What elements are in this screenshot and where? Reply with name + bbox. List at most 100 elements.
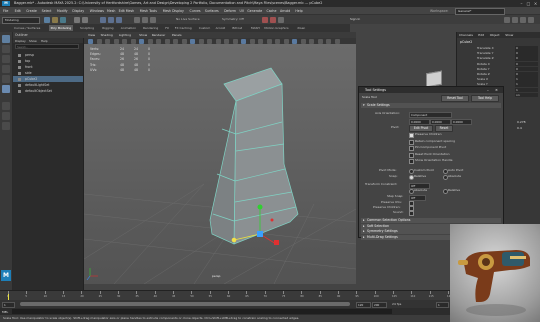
viewport-toolbar-icon[interactable] <box>249 38 255 44</box>
four-view-icon[interactable] <box>2 112 10 120</box>
modeling-toolkit-icon[interactable] <box>504 16 510 23</box>
viewport-toolbar-icon[interactable] <box>317 38 323 44</box>
range-end-field[interactable]: 120 <box>356 301 371 308</box>
tab-rigging[interactable]: Rigging <box>100 25 115 31</box>
axis-field-y[interactable]: 0.0000 <box>430 118 451 125</box>
snap-grid-icon[interactable] <box>134 16 140 23</box>
command-input[interactable] <box>12 309 392 314</box>
menu-display[interactable]: Display <box>72 9 84 13</box>
tab-animation[interactable]: Animation <box>119 25 138 31</box>
viewport-toolbar-icon[interactable] <box>309 38 314 44</box>
channel-value[interactable]: on <box>515 92 538 98</box>
anim-end-field[interactable]: 200 <box>372 301 387 308</box>
sound-checkbox[interactable] <box>409 211 414 216</box>
redo-icon[interactable] <box>82 16 88 23</box>
workspace-select[interactable]: General* <box>455 8 505 15</box>
axis-field-z[interactable]: 0.0000 <box>451 118 472 125</box>
menu-mesh[interactable]: Mesh <box>107 9 115 13</box>
viewport-menu-view[interactable]: View <box>88 33 95 37</box>
tool-checkbox[interactable] <box>409 152 414 158</box>
viewport-toolbar-icon[interactable] <box>275 38 280 44</box>
edit-pivot-button[interactable]: Edit Pivot <box>409 125 433 132</box>
viewport-toolbar-icon[interactable] <box>113 38 119 44</box>
menu-uv[interactable]: UV <box>240 9 245 13</box>
current-frame-field[interactable]: 1 <box>436 301 449 308</box>
channel-value[interactable]: 1 <box>515 87 538 93</box>
viewport-toolbar-icon[interactable] <box>258 38 263 44</box>
fps-select[interactable]: 24 fps <box>392 302 401 306</box>
viewport-toolbar-icon[interactable] <box>130 38 136 44</box>
outliner-item[interactable]: defaultObjectSet <box>13 88 83 94</box>
collapsed-section[interactable]: ▸ Common Selection Options <box>361 218 501 223</box>
snap-curve-icon[interactable] <box>142 16 148 23</box>
single-view-icon[interactable] <box>2 102 10 110</box>
save-scene-icon[interactable] <box>60 16 66 23</box>
axis-orientation-select[interactable]: Component <box>409 111 452 118</box>
viewport-scene[interactable] <box>84 44 356 284</box>
viewport-toolbar-icon[interactable] <box>96 38 102 44</box>
tool-checkbox[interactable] <box>409 139 414 145</box>
tab-rendering[interactable]: Rendering <box>141 25 160 31</box>
tab-motion-graphics[interactable]: Motion Graphics <box>262 25 290 31</box>
command-lang-label[interactable]: MEL <box>2 310 8 314</box>
menu-select[interactable]: Select <box>42 9 52 13</box>
viewport-toolbar-icon[interactable] <box>88 38 93 44</box>
tool-settings-icon[interactable] <box>520 16 526 23</box>
move-tool-icon[interactable] <box>2 65 10 73</box>
viewport-toolbar-icon[interactable] <box>147 38 153 44</box>
ipr-render-icon[interactable] <box>270 16 276 23</box>
select-by-component-icon[interactable] <box>116 16 122 23</box>
menu-create[interactable]: Create <box>26 9 37 13</box>
tab-fx[interactable]: FX <box>163 25 171 31</box>
tool-checkbox[interactable] <box>409 146 414 151</box>
menu-curves[interactable]: Curves <box>190 9 201 13</box>
outliner-menu-help[interactable]: Help <box>41 39 48 43</box>
channel-tab-channels[interactable]: Channels <box>459 33 473 37</box>
tab-bifrost[interactable]: Bifrost <box>230 25 244 31</box>
viewport-toolbar-icon[interactable] <box>122 38 127 44</box>
channel-extra-value-2[interactable]: 0.4 <box>517 126 522 130</box>
viewport-toolbar-icon[interactable] <box>241 38 246 44</box>
viewport-toolbar-icon[interactable] <box>292 38 297 44</box>
viewport-toolbar-icon[interactable] <box>156 38 161 44</box>
tab-curves-surfaces[interactable]: Curves / Surfaces <box>12 25 42 31</box>
viewport-toolbar-icon[interactable] <box>190 38 195 44</box>
mesh-pcube2[interactable] <box>209 67 299 245</box>
viewport-toolbar-icon[interactable] <box>326 38 331 44</box>
snap-point-icon[interactable] <box>150 16 156 23</box>
channel-extra-value-1[interactable]: 0.278 <box>517 120 526 124</box>
menu-surfaces[interactable]: Surfaces <box>205 9 219 13</box>
channel-value[interactable]: 0 <box>515 61 538 67</box>
tab-poly-modeling[interactable]: Poly Modeling <box>48 25 74 31</box>
tool-settings-close-icon[interactable]: × <box>495 87 498 93</box>
scale-settings-section[interactable]: ▾ Scale Settings <box>361 103 501 108</box>
menu-cache[interactable]: Cache <box>267 9 277 13</box>
outliner-search-input[interactable] <box>15 44 79 49</box>
rotate-tool-icon[interactable] <box>2 75 10 83</box>
viewport-toolbar-icon[interactable] <box>173 38 178 44</box>
viewport-toolbar-icon[interactable] <box>266 38 272 44</box>
viewport-toolbar-icon[interactable] <box>164 38 170 44</box>
menu-windows[interactable]: Windows <box>90 9 104 13</box>
minimize-icon[interactable]: – <box>518 1 525 6</box>
viewport-toolbar-icon[interactable] <box>300 38 306 44</box>
menu-arnold[interactable]: Arnold <box>280 9 290 13</box>
channel-tab-object[interactable]: Object <box>490 33 500 37</box>
channel-value[interactable]: 1 <box>515 77 538 82</box>
axis-field-x[interactable]: 0.0000 <box>409 118 430 125</box>
viewport-menu-shading[interactable]: Shading <box>101 33 113 37</box>
channel-value[interactable]: 0 <box>515 56 538 61</box>
outliner-menu-show[interactable]: Show <box>29 39 37 43</box>
manip-center-handle[interactable] <box>257 231 263 237</box>
tab-sculpting[interactable]: Sculpting <box>78 25 96 31</box>
menu-generate[interactable]: Generate <box>247 9 262 13</box>
viewport-toolbar-icon[interactable] <box>232 38 238 44</box>
tab-fx-caching[interactable]: FX Caching <box>173 25 194 31</box>
attribute-editor-icon[interactable] <box>512 16 518 23</box>
menu-edit[interactable]: Edit <box>15 9 21 13</box>
reset-pivot-button[interactable]: Reset <box>435 125 453 132</box>
manip-plane-handle[interactable] <box>270 218 274 222</box>
channel-value[interactable]: 0 <box>515 51 538 56</box>
outliner-view-icon[interactable] <box>2 122 10 130</box>
viewport-toolbar-icon[interactable] <box>139 38 144 44</box>
